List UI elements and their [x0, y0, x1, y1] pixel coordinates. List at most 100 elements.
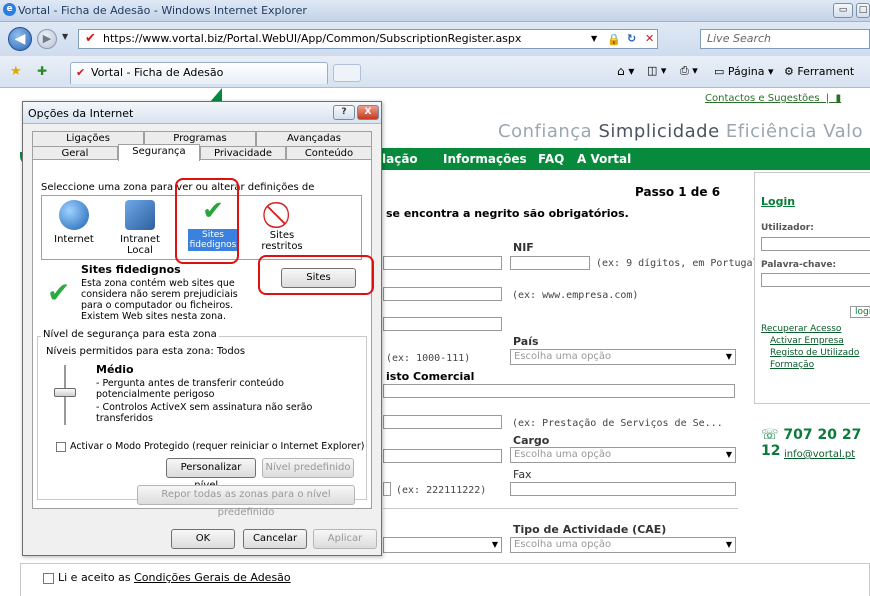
cargo-dropdown-icon: ▼ — [725, 450, 732, 459]
pais-label: País — [513, 335, 539, 348]
cae-select[interactable]: Escolha uma opção ▼ — [510, 537, 736, 553]
activity-type-dropdown-icon: ▼ — [491, 540, 498, 549]
zone-label: Intranet Local — [120, 234, 160, 256]
add-favorites-icon[interactable]: ✚ — [37, 64, 47, 78]
default-level-button[interactable]: Nível predefinido — [262, 458, 354, 478]
custom-level-button[interactable]: Personalizar nível... — [166, 458, 256, 491]
ie-logo-icon: e — [3, 3, 16, 16]
vortal-favicon-icon: ✔ — [85, 31, 96, 46]
help-button[interactable]: ? — [333, 105, 355, 120]
slogan: Confiança Simplicidade Eficiência Valo — [498, 121, 864, 142]
maximize-button[interactable]: □ — [856, 3, 870, 18]
forward-button[interactable]: ▶ — [37, 29, 57, 49]
zone-heading: Sites fidedignos — [81, 263, 181, 276]
nav-informacoes[interactable]: Informações — [443, 152, 527, 166]
recover-access-link[interactable]: Recuperar Acesso — [761, 324, 841, 334]
feeds-icon[interactable]: ◫ ▾ — [647, 64, 666, 77]
cargo-label: Cargo — [513, 434, 550, 447]
phone-hint: (ex: 222111222) — [396, 485, 487, 496]
home-icon[interactable]: ⌂ ▾ — [617, 64, 634, 78]
stop-icon[interactable]: ✕ — [645, 30, 654, 48]
refresh-icon[interactable]: ↻ — [627, 30, 636, 48]
dialog-titlebar: Opções da Internet ? X — [23, 102, 381, 124]
tab-seguranca[interactable]: Segurança — [118, 144, 200, 161]
new-tab-button[interactable] — [333, 64, 361, 82]
support-email-link[interactable]: info@vortal.pt — [784, 449, 855, 460]
nif-label: NIF — [513, 241, 534, 254]
zone-internet[interactable]: Internet — [44, 200, 104, 245]
lock-icon[interactable]: 🔒 — [607, 31, 621, 49]
zone-restricted[interactable]: ⃠ Sites restritos — [252, 200, 312, 252]
restricted-icon: ⃠ — [252, 200, 312, 230]
field-input-3[interactable] — [383, 317, 502, 331]
tools-menu[interactable]: ⚙ Ferrament — [784, 65, 854, 78]
cargo-select[interactable]: Escolha uma opção ▼ — [510, 447, 736, 463]
history-dropdown-icon[interactable]: ▼ — [62, 32, 68, 41]
zone-intranet[interactable]: Intranet Local — [110, 200, 170, 256]
url-text: https://www.vortal.biz/Portal.WebUI/App/… — [103, 32, 522, 45]
activity-input[interactable] — [383, 415, 502, 429]
reset-all-zones-button[interactable]: Repor todas as zonas para o nível predef… — [137, 485, 355, 518]
user-registration-link[interactable]: Registo de Utilizado — [770, 348, 859, 358]
activate-company-link[interactable]: Activar Empresa — [770, 336, 844, 346]
apply-button[interactable]: Aplicar — [313, 529, 377, 549]
ok-button[interactable]: OK — [171, 529, 235, 549]
tab-favicon-icon: ✔ — [76, 66, 86, 79]
back-button[interactable]: ◀ — [8, 27, 32, 51]
protected-mode-checkbox[interactable] — [56, 441, 66, 452]
terms-section: Li e aceito as Condições Gerais de Adesã… — [20, 563, 870, 596]
print-icon[interactable]: ⎙ ▾ — [680, 64, 698, 78]
registo-input[interactable] — [383, 384, 735, 398]
login-panel: Login Utilizador: Palavra-chave: logi Re… — [754, 172, 870, 404]
intranet-icon — [125, 200, 155, 230]
search-input[interactable]: Live Search — [700, 29, 870, 49]
minimize-button[interactable]: ▭ — [833, 3, 853, 18]
nif-input[interactable] — [510, 256, 590, 270]
protected-mode-label: Activar o Modo Protegido (requer reinici… — [70, 441, 365, 452]
terms-link[interactable]: Condições Gerais de Adesão — [134, 571, 291, 584]
security-level-group: Nível de segurança para esta zona Níveis… — [37, 329, 367, 500]
training-link[interactable]: Formação — [770, 360, 814, 370]
cancel-button[interactable]: Cancelar — [243, 529, 307, 549]
section-divider — [383, 508, 738, 509]
required-note: se encontra a negrito são obrigatórios. — [386, 207, 629, 220]
address-bar[interactable]: ✔ https://www.vortal.biz/Portal.WebUI/Ap… — [78, 29, 658, 49]
page-menu[interactable]: ▭ Página ▾ — [714, 65, 774, 78]
main-nav: lação Informações FAQ A Vortal — [370, 148, 870, 170]
highlight-trusted-zone — [175, 178, 239, 264]
tab-avancadas[interactable]: Avançadas — [256, 131, 372, 146]
password-label: Palavra-chave: — [761, 260, 837, 270]
cae-label: Tipo de Actividade (CAE) — [513, 523, 667, 536]
close-button[interactable]: X — [357, 105, 379, 120]
nav-a-vortal[interactable]: A Vortal — [577, 152, 631, 166]
pais-select[interactable]: Escolha uma opção ▼ — [510, 349, 736, 365]
tab-vortal[interactable]: ✔ Vortal - Ficha de Adesão — [70, 62, 328, 84]
user-input[interactable] — [761, 237, 870, 251]
password-input[interactable] — [761, 273, 870, 287]
terms-checkbox[interactable] — [43, 572, 54, 584]
terms-text: Li e aceito as — [58, 571, 135, 584]
contact-link[interactable]: Contactos e Sugestões | ▮ — [705, 93, 841, 104]
tab-title: Vortal - Ficha de Adesão — [91, 66, 224, 79]
registo-label: isto Comercial — [386, 370, 475, 383]
nav-item[interactable]: lação — [382, 152, 418, 166]
address-dropdown-icon[interactable]: ▼ — [591, 30, 597, 48]
window-titlebar: e Vortal - Ficha de Adesão - Windows Int… — [0, 0, 870, 22]
login-button[interactable]: logi — [850, 306, 870, 318]
name-input[interactable] — [383, 256, 502, 270]
window-title: Vortal - Ficha de Adesão - Windows Inter… — [18, 4, 307, 17]
activity-type-select[interactable]: ▼ — [383, 537, 502, 553]
favorites-star-icon[interactable]: ★ — [10, 64, 22, 79]
field-input-2[interactable] — [383, 287, 502, 301]
fax-input[interactable] — [510, 482, 736, 496]
security-level-slider[interactable] — [54, 388, 76, 397]
protected-mode-row: Activar o Modo Protegido (requer reinici… — [56, 441, 365, 452]
phone-input[interactable] — [383, 482, 391, 496]
vortal-logo-corner — [210, 88, 222, 102]
nav-faq[interactable]: FAQ — [538, 152, 564, 166]
headset-icon: ☏ — [761, 427, 779, 443]
allowed-levels: Níveis permitidos para esta zona: Todos — [46, 346, 246, 357]
fax-label: Fax — [513, 468, 532, 481]
field-input-5[interactable] — [383, 449, 502, 463]
address-toolbar: ◀ ▶ ▼ ✔ https://www.vortal.biz/Portal.We… — [0, 22, 870, 56]
